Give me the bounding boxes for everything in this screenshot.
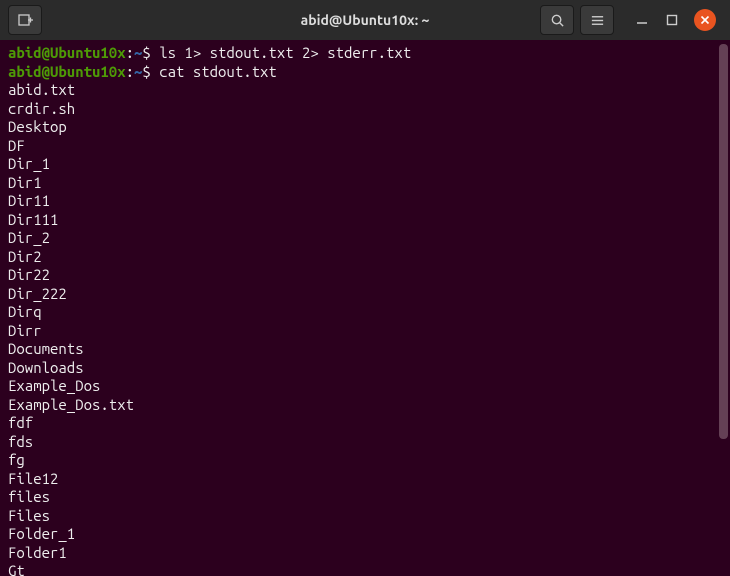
prompt-line: abid@Ubuntu10x:~$ cat stdout.txt	[8, 63, 722, 82]
minimize-button[interactable]	[634, 12, 650, 28]
output-line: Dir11	[8, 192, 722, 211]
prompt-command: cat stdout.txt	[159, 63, 277, 80]
search-icon	[550, 13, 565, 28]
new-tab-icon	[17, 12, 33, 28]
window-title: abid@Ubuntu10x: ~	[301, 12, 430, 28]
output-line: Folder_1	[8, 525, 722, 544]
scrollbar[interactable]	[719, 44, 728, 554]
maximize-button[interactable]	[664, 12, 680, 28]
window-controls	[634, 9, 716, 31]
output-line: Desktop	[8, 118, 722, 137]
close-button[interactable]	[694, 9, 716, 31]
prompt-line: abid@Ubuntu10x:~$ ls 1> stdout.txt 2> st…	[8, 44, 722, 63]
scrollbar-thumb[interactable]	[719, 44, 728, 439]
output-line: fds	[8, 433, 722, 452]
output-line: Dir_1	[8, 155, 722, 174]
minimize-icon	[636, 14, 648, 26]
output-line: fg	[8, 451, 722, 470]
output-line: fdf	[8, 414, 722, 433]
output-line: Example_Dos	[8, 377, 722, 396]
output-line: Downloads	[8, 359, 722, 378]
titlebar-left	[8, 5, 42, 35]
output-line: Dir_222	[8, 285, 722, 304]
output-line: Dir_2	[8, 229, 722, 248]
output-line: Dir111	[8, 211, 722, 230]
output-line: Dir1	[8, 174, 722, 193]
output-line: Dirr	[8, 322, 722, 341]
maximize-icon	[666, 14, 678, 26]
terminal-body[interactable]: abid@Ubuntu10x:~$ ls 1> stdout.txt 2> st…	[0, 40, 730, 576]
new-tab-button[interactable]	[8, 5, 42, 35]
output-line: Documents	[8, 340, 722, 359]
hamburger-icon	[590, 13, 605, 28]
close-icon	[700, 15, 710, 25]
prompt-user-host: abid@Ubuntu10x	[8, 63, 126, 80]
output-line: DF	[8, 137, 722, 156]
output-line: Gt	[8, 562, 722, 576]
output-line: Files	[8, 507, 722, 526]
menu-button[interactable]	[580, 5, 614, 35]
prompt-user-host: abid@Ubuntu10x	[8, 44, 126, 61]
output-line: Dir22	[8, 266, 722, 285]
output-line: Dirq	[8, 303, 722, 322]
output-line: crdir.sh	[8, 100, 722, 119]
output-line: Example_Dos.txt	[8, 396, 722, 415]
search-button[interactable]	[540, 5, 574, 35]
output-line: Folder1	[8, 544, 722, 563]
prompt-command: ls 1> stdout.txt 2> stderr.txt	[159, 44, 411, 61]
titlebar: abid@Ubuntu10x: ~	[0, 0, 730, 40]
titlebar-right	[540, 5, 722, 35]
output-line: abid.txt	[8, 81, 722, 100]
output-line: File12	[8, 470, 722, 489]
output-line: files	[8, 488, 722, 507]
output-line: Dir2	[8, 248, 722, 267]
